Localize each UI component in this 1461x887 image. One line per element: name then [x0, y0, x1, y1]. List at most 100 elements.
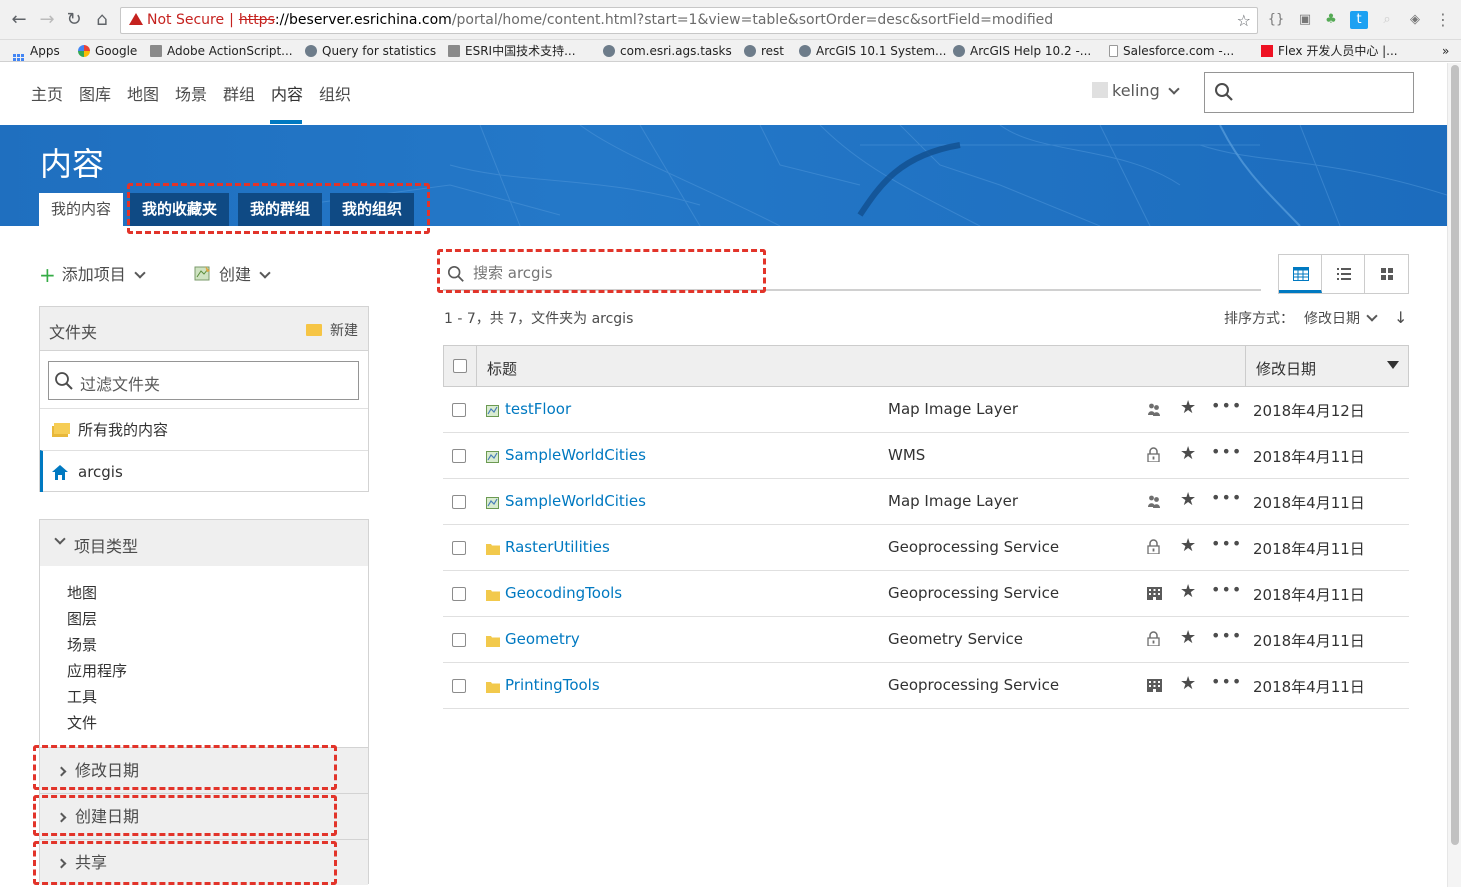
search-extension-icon[interactable]: ⌕: [1378, 11, 1396, 29]
item-title-link[interactable]: SampleWorldCities: [505, 492, 646, 510]
bookmark-item[interactable]: com.esri.ags.tasks: [603, 43, 732, 59]
nav-content[interactable]: 内容: [271, 81, 303, 105]
bookmark-item[interactable]: Adobe ActionScript...: [150, 43, 293, 59]
favorite-star-icon[interactable]: ★: [1180, 443, 1196, 464]
type-filter-map[interactable]: 地图: [67, 582, 97, 603]
select-all-checkbox[interactable]: [453, 359, 467, 373]
type-filter-tool[interactable]: 工具: [67, 686, 97, 707]
row-checkbox[interactable]: [452, 587, 466, 601]
item-type-header[interactable]: 项目类型: [40, 520, 368, 566]
bookmark-star-icon[interactable]: ☆: [1237, 8, 1251, 33]
address-bar[interactable]: Not Secure | https://beserver.esrichina.co…: [120, 7, 1258, 34]
bookmark-item[interactable]: Query for statistics: [305, 43, 436, 59]
bookmark-item[interactable]: ArcGIS Help 10.2 -...: [953, 43, 1091, 59]
tab-my-favorites[interactable]: 我的收藏夹: [130, 193, 230, 226]
row-checkbox[interactable]: [452, 633, 466, 647]
table-row[interactable]: RasterUtilities Geoprocessing Service ★ …: [443, 525, 1409, 571]
new-folder-button[interactable]: 新建: [306, 320, 358, 340]
item-title-link[interactable]: testFloor: [505, 400, 571, 418]
sort-descending-icon[interactable]: ↓: [1394, 308, 1407, 327]
menu-icon[interactable]: ⋮: [1434, 11, 1452, 29]
row-checkbox[interactable]: [452, 679, 466, 693]
table-row[interactable]: testFloor Map Image Layer ★ ••• 2018年4月1…: [443, 387, 1409, 433]
modified-date-filter[interactable]: 修改日期: [40, 747, 368, 793]
item-title-link[interactable]: SampleWorldCities: [505, 446, 646, 464]
bookmark-item[interactable]: Salesforce.com -...: [1109, 43, 1234, 59]
item-title-link[interactable]: RasterUtilities: [505, 538, 610, 556]
nav-home[interactable]: 主页: [31, 81, 63, 105]
table-row[interactable]: GeocodingTools Geoprocessing Service ★ •…: [443, 571, 1409, 617]
table-row[interactable]: SampleWorldCities WMS ★ ••• 2018年4月11日: [443, 433, 1409, 479]
more-options-icon[interactable]: •••: [1211, 396, 1242, 415]
row-checkbox[interactable]: [452, 495, 466, 509]
create-button[interactable]: 创建: [194, 261, 271, 285]
twitter-icon[interactable]: t: [1350, 11, 1368, 29]
favorite-star-icon[interactable]: ★: [1180, 673, 1196, 694]
tab-my-groups[interactable]: 我的群组: [238, 193, 323, 226]
item-title-link[interactable]: PrintingTools: [505, 676, 600, 694]
type-filter-file[interactable]: 文件: [67, 712, 97, 733]
table-row[interactable]: SampleWorldCities Map Image Layer ★ ••• …: [443, 479, 1409, 525]
tab-my-organization[interactable]: 我的组织: [330, 193, 415, 226]
add-item-button[interactable]: + 添加项目: [39, 261, 146, 287]
bookmark-item[interactable]: Apps: [13, 43, 60, 61]
more-options-icon[interactable]: •••: [1211, 580, 1242, 599]
row-checkbox[interactable]: [452, 403, 466, 417]
folder-item-all-content[interactable]: 所有我的内容: [40, 408, 368, 450]
shared-filter[interactable]: 共享: [40, 839, 368, 885]
more-options-icon[interactable]: •••: [1211, 672, 1242, 691]
row-checkbox[interactable]: [452, 541, 466, 555]
table-view-button[interactable]: [1279, 255, 1322, 293]
forward-icon[interactable]: →: [36, 9, 58, 31]
filter-folders-input[interactable]: 过滤文件夹: [48, 361, 359, 400]
extension-icon[interactable]: ◈: [1406, 11, 1424, 29]
favorite-star-icon[interactable]: ★: [1180, 397, 1196, 418]
favorite-star-icon[interactable]: ★: [1180, 489, 1196, 510]
nav-gallery[interactable]: 图库: [79, 81, 111, 105]
table-row[interactable]: Geometry Geometry Service ★ ••• 2018年4月1…: [443, 617, 1409, 663]
more-options-icon[interactable]: •••: [1211, 534, 1242, 553]
column-modified[interactable]: 修改日期: [1245, 346, 1409, 386]
nav-groups[interactable]: 群组: [223, 81, 255, 105]
bookmark-item[interactable]: Flex 开发人员中心 |...: [1261, 43, 1398, 59]
type-filter-app[interactable]: 应用程序: [67, 660, 127, 681]
table-row[interactable]: PrintingTools Geoprocessing Service ★ ••…: [443, 663, 1409, 709]
bookmark-item[interactable]: rest: [744, 43, 784, 59]
favorite-star-icon[interactable]: ★: [1180, 581, 1196, 602]
page-scrollbar[interactable]: [1447, 63, 1461, 887]
content-search-input[interactable]: [473, 261, 1173, 285]
json-extension-icon[interactable]: {}: [1267, 11, 1285, 29]
favorite-star-icon[interactable]: ★: [1180, 627, 1196, 648]
back-icon[interactable]: ←: [8, 9, 30, 31]
sort-control[interactable]: 排序方式： 修改日期 ↓: [1224, 308, 1407, 328]
bookmark-item[interactable]: ESRI中国技术支持...: [448, 43, 576, 59]
home-icon[interactable]: ⌂: [91, 9, 113, 31]
list-view-button[interactable]: [1322, 255, 1365, 293]
nav-scene[interactable]: 场景: [175, 81, 207, 105]
tab-my-content[interactable]: 我的内容: [39, 193, 124, 226]
extension-icon[interactable]: ♣: [1322, 11, 1340, 29]
more-options-icon[interactable]: •••: [1211, 442, 1242, 461]
item-title-link[interactable]: Geometry: [505, 630, 580, 648]
folder-item-arcgis[interactable]: arcgis: [40, 450, 368, 492]
type-filter-layer[interactable]: 图层: [67, 608, 97, 629]
nav-map[interactable]: 地图: [127, 81, 159, 105]
bookmark-item[interactable]: ArcGIS 10.1 System...: [799, 43, 946, 59]
bookmarks-overflow[interactable]: »: [1442, 43, 1449, 59]
more-options-icon[interactable]: •••: [1211, 626, 1242, 645]
extension-icon[interactable]: ▣: [1296, 11, 1314, 29]
nav-organization[interactable]: 组织: [319, 81, 351, 105]
grid-view-button[interactable]: [1365, 255, 1408, 293]
item-title-link[interactable]: GeocodingTools: [505, 584, 622, 602]
row-checkbox[interactable]: [452, 449, 466, 463]
type-filter-scene[interactable]: 场景: [67, 634, 97, 655]
favorite-star-icon[interactable]: ★: [1180, 535, 1196, 556]
portal-search-input[interactable]: [1204, 72, 1414, 113]
scrollbar-thumb[interactable]: [1451, 65, 1459, 845]
bookmark-item[interactable]: Google: [78, 43, 137, 59]
user-menu[interactable]: keling: [1092, 81, 1180, 100]
created-date-filter[interactable]: 创建日期: [40, 793, 368, 839]
more-options-icon[interactable]: •••: [1211, 488, 1242, 507]
column-title[interactable]: 标题: [487, 358, 517, 379]
reload-icon[interactable]: ↻: [63, 9, 85, 31]
